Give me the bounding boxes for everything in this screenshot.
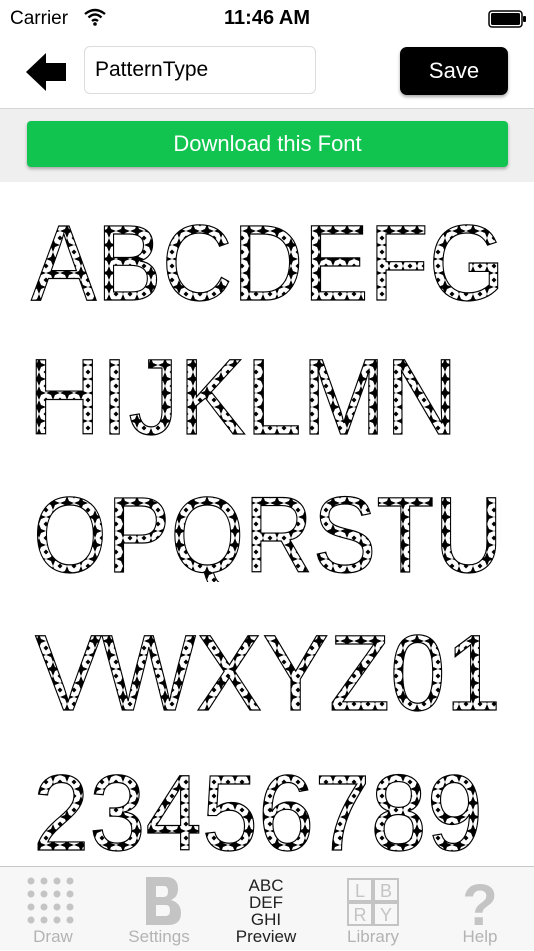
glyph-row-1: ABCDEFG [18,210,518,310]
tab-icon-text: Y [380,905,392,925]
tab-label: Library [347,927,399,946]
tab-label: Help [462,927,498,946]
tab-label: Settings [128,927,190,946]
dot-grid-icon [0,873,106,929]
download-font-button[interactable]: Download this Font [27,121,508,167]
question-mark-icon: ? [427,873,533,938]
glyph-row-text: 23456789 [33,754,483,854]
font-name-input[interactable] [84,46,316,94]
glyph-row-text: VWXYZ01 [35,620,501,720]
tab-library[interactable]: L B R Y Library [320,867,426,951]
abc-grid-icon: ABC DEF GHI [213,873,319,929]
tab-icon-text: L [355,881,365,901]
tab-preview[interactable]: ABC DEF GHI Preview [213,867,319,951]
download-bar: Download this Font [0,109,534,182]
clock: 11:46 AM [224,7,310,29]
letter-b-icon [106,873,212,929]
glyph-row-4: VWXYZ01 [18,620,518,720]
tab-draw[interactable]: Draw [0,867,106,951]
tab-icon-text: B [380,881,392,901]
tab-label: Draw [33,927,73,946]
glyph-row-text: HIJKLMN [28,344,458,444]
back-arrow-icon [26,53,66,91]
status-bar: Carrier 11:46 AM [0,0,534,38]
tab-icon-text: R [354,905,367,925]
glyph-row-text: OPQRSTU [33,482,503,582]
tab-help[interactable]: ? Help [427,867,533,951]
font-preview: ABCDEFG HIJKLMN OPQRSTU VWXYZ01 23456789 [0,182,534,866]
tab-icon-text: ? [462,873,497,929]
glyph-row-5: 23456789 [18,754,518,854]
glyph-row-3: OPQRSTU [18,482,518,582]
toolbar: Save [0,38,534,109]
tab-bar: Draw Settings ABC DEF GHI Preview L B R … [0,866,534,950]
tab-settings[interactable]: Settings [106,867,212,951]
tab-label: Preview [235,927,297,946]
glyph-row-text: ABCDEFG [31,210,505,310]
battery-icon [488,10,526,28]
glyph-row-2: HIJKLMN [18,344,518,444]
save-button[interactable]: Save [400,47,508,95]
back-button[interactable] [24,52,70,92]
library-grid-icon: L B R Y [320,873,426,929]
